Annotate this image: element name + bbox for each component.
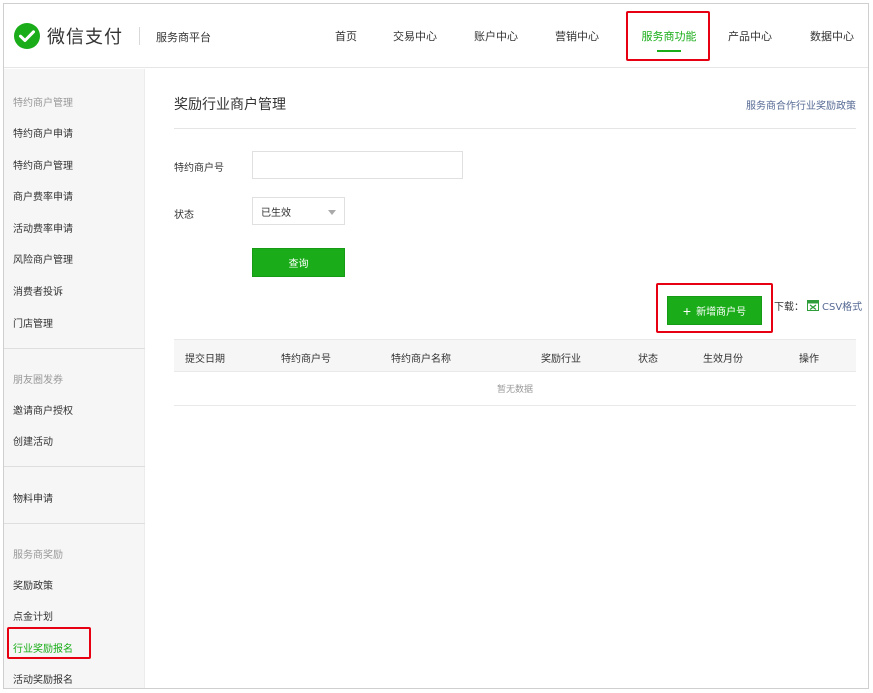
nav-item-trade-center[interactable]: 交易中心 bbox=[388, 4, 442, 68]
nav-item-account-center[interactable]: 账户中心 bbox=[469, 4, 523, 68]
active-tab-underline bbox=[657, 50, 681, 52]
nav-item-product-center[interactable]: 产品中心 bbox=[723, 4, 777, 68]
download-area: 下载： CSV格式 bbox=[774, 298, 862, 313]
chevron-down-icon bbox=[328, 210, 336, 215]
nav-item-service-provider-functions[interactable]: 服务商功能 bbox=[629, 4, 709, 68]
column-header-reward-industry: 奖励行业 bbox=[541, 354, 581, 365]
nav-item-data-center[interactable]: 数据中心 bbox=[804, 4, 860, 68]
sidebar-item-merchant-manage[interactable]: 特约商户管理 bbox=[13, 157, 73, 172]
sidebar-item-fee-rate-apply[interactable]: 商户费率申请 bbox=[13, 188, 73, 203]
sidebar-item-golden-plan[interactable]: 点金计划 bbox=[13, 608, 53, 623]
table-header-row: 提交日期 特约商户号 特约商户名称 奖励行业 状态 生效月份 操作 bbox=[174, 339, 856, 372]
logo[interactable]: 微信支付 bbox=[14, 23, 123, 49]
column-header-status: 状态 bbox=[638, 354, 658, 365]
plus-icon: + bbox=[682, 302, 692, 319]
table-empty-row: 暂无数据 bbox=[174, 372, 856, 406]
sidebar-item-material-apply[interactable]: 物料申请 bbox=[13, 490, 53, 505]
column-header-merchant-id: 特约商户号 bbox=[281, 354, 331, 365]
column-header-merchant-name: 特约商户名称 bbox=[391, 354, 451, 365]
sidebar-group-merchant-management: 特约商户管理 bbox=[13, 98, 73, 109]
sidebar-item-risk-merchants[interactable]: 风险商户管理 bbox=[13, 251, 73, 266]
merchant-id-input[interactable] bbox=[252, 151, 463, 179]
nav-item-marketing-center[interactable]: 营销中心 bbox=[550, 4, 604, 68]
sidebar-divider bbox=[4, 348, 145, 349]
sidebar-item-store-management[interactable]: 门店管理 bbox=[13, 315, 53, 330]
csv-file-icon bbox=[807, 300, 819, 311]
app-window: 微信支付 服务商平台 首页 交易中心 账户中心 营销中心 服务商功能 产品中心 … bbox=[3, 3, 869, 689]
nav-item-home[interactable]: 首页 bbox=[324, 4, 368, 68]
sidebar-item-consumer-complaints[interactable]: 消费者投诉 bbox=[13, 283, 63, 298]
reward-policy-link[interactable]: 服务商合作行业奖励政策 bbox=[746, 97, 856, 112]
main-content: 奖励行业商户管理 服务商合作行业奖励政策 特约商户号 状态 已生效 查询 + 新… bbox=[146, 69, 868, 688]
page-title: 奖励行业商户管理 bbox=[174, 97, 286, 113]
sidebar: 特约商户管理 特约商户申请 特约商户管理 商户费率申请 活动费率申请 风险商户管… bbox=[4, 69, 145, 688]
sidebar-item-invite-merchant-auth[interactable]: 邀请商户授权 bbox=[13, 402, 73, 417]
query-button[interactable]: 查询 bbox=[252, 248, 345, 277]
column-header-effective-month: 生效月份 bbox=[703, 354, 743, 365]
sidebar-item-reward-policy[interactable]: 奖励政策 bbox=[13, 577, 53, 592]
download-label: 下载： bbox=[774, 302, 804, 313]
column-header-submit-date: 提交日期 bbox=[185, 354, 225, 365]
add-merchant-label: 新增商户号 bbox=[696, 307, 747, 318]
status-select[interactable]: 已生效 bbox=[252, 197, 345, 225]
status-select-value: 已生效 bbox=[261, 207, 291, 219]
status-label: 状态 bbox=[174, 210, 194, 221]
sidebar-item-activity-reward-signup[interactable]: 活动奖励报名 bbox=[13, 671, 73, 686]
sidebar-item-industry-reward-signup[interactable]: 行业奖励报名 bbox=[13, 640, 73, 655]
add-merchant-button[interactable]: + 新增商户号 bbox=[667, 296, 762, 325]
sidebar-divider bbox=[4, 466, 145, 467]
merchant-id-label: 特约商户号 bbox=[174, 163, 224, 174]
sidebar-group-moments-coupons: 朋友圈发券 bbox=[13, 375, 63, 386]
logo-divider bbox=[139, 27, 140, 45]
top-header: 微信支付 服务商平台 首页 交易中心 账户中心 营销中心 服务商功能 产品中心 … bbox=[4, 4, 868, 68]
title-divider bbox=[174, 128, 856, 129]
sidebar-item-create-activity[interactable]: 创建活动 bbox=[13, 433, 53, 448]
sidebar-divider bbox=[4, 523, 145, 524]
platform-name: 服务商平台 bbox=[156, 31, 211, 44]
sidebar-item-activity-fee-rate[interactable]: 活动费率申请 bbox=[13, 220, 73, 235]
csv-download-link[interactable]: CSV格式 bbox=[822, 298, 862, 313]
wechat-pay-logo-icon bbox=[14, 23, 40, 49]
logo-text: 微信支付 bbox=[47, 27, 123, 48]
column-header-actions: 操作 bbox=[799, 354, 819, 365]
sidebar-group-provider-rewards: 服务商奖励 bbox=[13, 550, 63, 561]
sidebar-item-merchant-apply[interactable]: 特约商户申请 bbox=[13, 125, 73, 140]
